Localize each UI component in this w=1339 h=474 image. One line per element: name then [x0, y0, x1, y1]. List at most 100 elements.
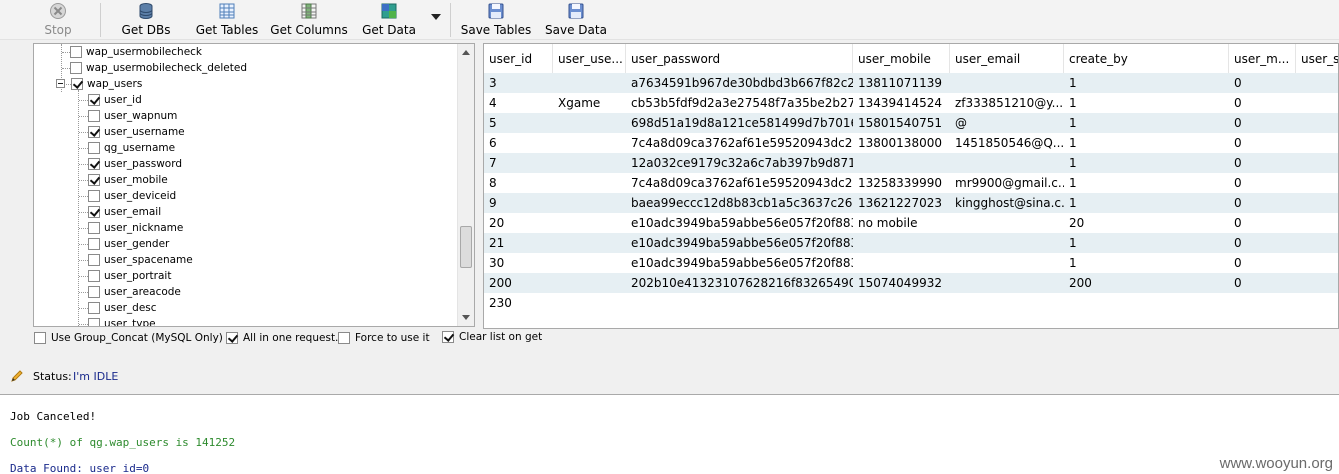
- table-cell: 202b10e41323107628216f83265490f2: [631, 276, 853, 290]
- table-cell: 13811071139: [858, 76, 942, 90]
- table-cell: [1296, 273, 1338, 293]
- log-output[interactable]: Job Canceled! Count(*) of qg.wap_users i…: [0, 394, 1339, 474]
- tree-item-column[interactable]: user_username: [34, 124, 454, 140]
- option-checkbox[interactable]: [442, 331, 454, 343]
- table-cell: [1064, 293, 1229, 313]
- tree-guide-line: [79, 116, 88, 117]
- tree-item-column[interactable]: user_deviceid: [34, 188, 454, 204]
- tree-item-column[interactable]: qg_username: [34, 140, 454, 156]
- status-value: I'm IDLE: [73, 370, 119, 383]
- table-cell: [553, 173, 626, 193]
- column-header[interactable]: user_email: [950, 44, 1064, 74]
- column-header[interactable]: user_password: [626, 44, 853, 74]
- table-cell: [853, 233, 950, 253]
- tree-item-table[interactable]: wap_usermobilecheck_deleted: [34, 60, 454, 76]
- tree-item-column[interactable]: user_email: [34, 204, 454, 220]
- tree-guide-line: [79, 148, 88, 149]
- column-checkbox[interactable]: [88, 190, 100, 202]
- option-checkbox[interactable]: [34, 332, 46, 344]
- column-checkbox[interactable]: [88, 142, 100, 154]
- table-checkbox[interactable]: [71, 78, 83, 90]
- table-row[interactable]: 8 7c4a8d09ca3762af61e59520943dc26... 13258…: [484, 173, 1338, 193]
- column-header[interactable]: user_s...: [1296, 44, 1338, 74]
- column-checkbox[interactable]: [88, 254, 100, 266]
- get-dbs-button[interactable]: Get DBs: [118, 2, 174, 38]
- stop-button[interactable]: Stop: [38, 2, 78, 38]
- scroll-up-icon[interactable]: [462, 50, 470, 55]
- table-checkbox[interactable]: [70, 62, 82, 74]
- tree-item-column[interactable]: user_mobile: [34, 172, 454, 188]
- table-cell: [553, 233, 626, 253]
- option-checkbox[interactable]: [226, 332, 238, 344]
- column-header[interactable]: create_by: [1064, 44, 1229, 74]
- table-cell: [553, 293, 626, 313]
- table-row[interactable]: 4 Xgame cb53b5fdf9d2a3e27548f7a35be2b27...…: [484, 93, 1338, 113]
- column-checkbox[interactable]: [88, 94, 100, 106]
- column-header[interactable]: user_mobile: [853, 44, 950, 74]
- column-checkbox[interactable]: [88, 238, 100, 250]
- tree-item-column[interactable]: user_gender: [34, 236, 454, 252]
- table-row[interactable]: 200 202b10e41323107628216f83265490f2 15074…: [484, 273, 1338, 293]
- tree-guide-line: [79, 180, 88, 181]
- column-checkbox[interactable]: [88, 174, 100, 186]
- table-row[interactable]: 5 698d51a19d8a121ce581499d7b701668 1580154…: [484, 113, 1338, 133]
- table-row[interactable]: 30 e10adc3949ba59abbe56e057f20f883e 1 0: [484, 253, 1338, 273]
- column-checkbox[interactable]: [88, 222, 100, 234]
- table-cell: 7c4a8d09ca3762af61e59520943dc26...: [631, 176, 853, 190]
- tree-item-column[interactable]: user_portrait: [34, 268, 454, 284]
- column-header[interactable]: user_use...: [553, 44, 626, 74]
- get-data-button[interactable]: Get Data: [360, 2, 418, 38]
- table-cell: 1451850546@Q...: [955, 136, 1064, 150]
- table-checkbox[interactable]: [70, 46, 82, 58]
- table-cell: mr9900@gmail.c...: [955, 176, 1064, 190]
- table-row[interactable]: 3 a7634591b967de30bdbd3b667f82c2... 138110…: [484, 73, 1338, 93]
- table-cell: [853, 293, 950, 313]
- tree-item-column[interactable]: user_spacename: [34, 252, 454, 268]
- table-cell: 1: [1069, 236, 1077, 250]
- tree-item-table-wap-users[interactable]: wap_users: [34, 76, 454, 92]
- column-checkbox[interactable]: [88, 158, 100, 170]
- table-cell: cb53b5fdf9d2a3e27548f7a35be2b27...: [631, 96, 853, 110]
- column-label: user_email: [104, 206, 162, 218]
- get-data-dropdown-arrow-icon[interactable]: [431, 14, 441, 20]
- column-header[interactable]: user_m...: [1229, 44, 1296, 74]
- column-checkbox[interactable]: [88, 286, 100, 298]
- save-data-button[interactable]: Save Data: [545, 2, 607, 38]
- table-cell: [1296, 113, 1338, 133]
- table-row[interactable]: 7 12a032ce9179c32a6c7ab397b9d871fa 1 0: [484, 153, 1338, 173]
- tree-item-column[interactable]: user_id: [34, 92, 454, 108]
- save-tables-button[interactable]: Save Tables: [460, 2, 532, 38]
- option-checkbox[interactable]: [338, 332, 350, 344]
- collapse-icon[interactable]: [56, 79, 65, 88]
- column-header[interactable]: user_id: [484, 44, 553, 74]
- data-grid[interactable]: user_id user_use... user_password user_mobi…: [483, 43, 1339, 329]
- tree-scrollbar[interactable]: [457, 44, 474, 326]
- get-columns-button[interactable]: Get Columns: [270, 2, 348, 38]
- tree-item-column[interactable]: user_areacode: [34, 284, 454, 300]
- tree-item-column[interactable]: user_type: [34, 316, 454, 326]
- table-row[interactable]: 20 e10adc3949ba59abbe56e057f20f883e no mob…: [484, 213, 1338, 233]
- tree-item-column[interactable]: user_password: [34, 156, 454, 172]
- column-checkbox[interactable]: [88, 318, 100, 326]
- table-row[interactable]: 230: [484, 293, 1338, 313]
- scroll-thumb[interactable]: [460, 226, 472, 268]
- column-checkbox[interactable]: [88, 302, 100, 314]
- column-checkbox[interactable]: [88, 110, 100, 122]
- table-cell: e10adc3949ba59abbe56e057f20f883e: [631, 236, 853, 250]
- table-row[interactable]: 6 7c4a8d09ca3762af61e59520943dc26... 13800…: [484, 133, 1338, 153]
- column-checkbox[interactable]: [88, 206, 100, 218]
- table-row[interactable]: 9 baea99eccc12d8b83cb1a5c3637c265... 13621…: [484, 193, 1338, 213]
- tree-item-column[interactable]: user_wapnum: [34, 108, 454, 124]
- grid-header: user_id user_use... user_password user_mobi…: [484, 44, 1338, 74]
- column-checkbox[interactable]: [88, 126, 100, 138]
- column-checkbox[interactable]: [88, 270, 100, 282]
- tree-item-column[interactable]: user_nickname: [34, 220, 454, 236]
- table-row[interactable]: 21 e10adc3949ba59abbe56e057f20f883e 1 0: [484, 233, 1338, 253]
- schema-tree[interactable]: wap_usermobilecheck wap_usermobilecheck_…: [33, 43, 475, 327]
- scroll-down-icon[interactable]: [462, 315, 470, 320]
- get-tables-button[interactable]: Get Tables: [193, 2, 261, 38]
- tree-item-table[interactable]: wap_usermobilecheck: [34, 44, 454, 60]
- tree-item-column[interactable]: user_desc: [34, 300, 454, 316]
- tree-guide-line: [79, 292, 88, 293]
- column-label: user_deviceid: [104, 190, 177, 202]
